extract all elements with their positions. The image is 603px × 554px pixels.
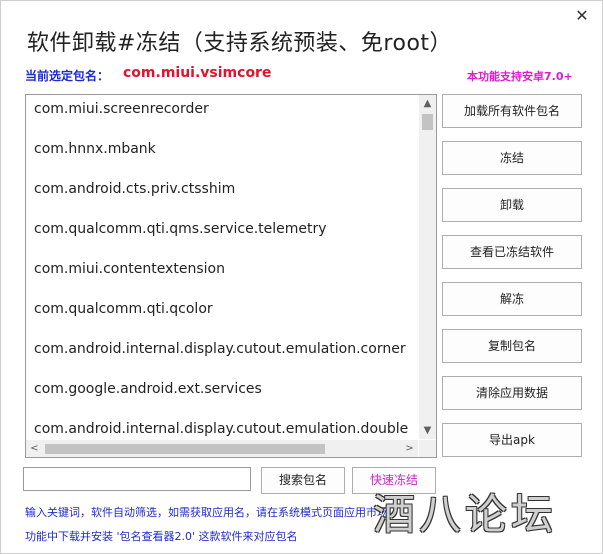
forum-watermark: 酒八论坛: [373, 490, 558, 539]
copy-package-button[interactable]: 复制包名: [442, 329, 582, 363]
hint-line-1: 输入关键词，软件自动筛选，如需获取应用名，请在系统模式页面应用市场: [25, 506, 388, 519]
hint-line-2: 功能中下载并安装 '包名查看器2.0' 这款软件来对应包名: [25, 530, 298, 543]
vertical-scroll-thumb[interactable]: [422, 114, 433, 130]
list-item[interactable]: com.miui.contentextension: [34, 261, 225, 277]
search-package-button[interactable]: 搜索包名: [261, 467, 345, 494]
scroll-down-icon[interactable]: ▼: [419, 422, 436, 439]
unfreeze-button[interactable]: 解冻: [442, 282, 582, 316]
view-frozen-button[interactable]: 查看已冻结软件: [442, 235, 582, 269]
list-item[interactable]: com.qualcomm.qti.qcolor: [34, 301, 213, 317]
export-apk-button[interactable]: 导出apk: [442, 423, 582, 457]
clear-app-data-button[interactable]: 清除应用数据: [442, 376, 582, 410]
scroll-right-icon[interactable]: >: [401, 440, 418, 457]
list-item[interactable]: com.android.cts.priv.ctsshim: [34, 181, 235, 197]
freeze-button[interactable]: 冻结: [442, 141, 582, 175]
horizontal-scroll-thumb[interactable]: [45, 444, 325, 454]
current-package-label: 当前选定包名：: [25, 69, 110, 83]
app-window: 软件卸载#冻结（支持系统预装、免root） ✕ 当前选定包名： com.miui…: [0, 0, 603, 554]
scroll-left-icon[interactable]: <: [26, 440, 43, 457]
close-icon[interactable]: ✕: [571, 5, 593, 27]
list-item[interactable]: com.android.internal.display.cutout.emul…: [34, 341, 406, 357]
window-title: 软件卸载#冻结（支持系统预装、免root）: [27, 31, 453, 56]
current-package-value: com.miui.vsimcore: [123, 65, 272, 81]
search-input[interactable]: [23, 467, 251, 491]
scrollbar-corner: [419, 440, 436, 457]
vertical-scrollbar[interactable]: ▲ ▼: [419, 95, 436, 439]
list-item[interactable]: com.miui.screenrecorder: [34, 101, 209, 117]
scroll-up-icon[interactable]: ▲: [419, 95, 436, 112]
list-item[interactable]: com.hnnx.mbank: [34, 141, 156, 157]
horizontal-scrollbar[interactable]: < >: [26, 440, 418, 457]
list-item[interactable]: com.qualcomm.qti.qms.service.telemetry: [34, 221, 327, 237]
android-support-note: 本功能支持安卓7.0+: [467, 70, 573, 83]
package-list: com.miui.screenrecorder com.hnnx.mbank c…: [26, 95, 418, 439]
load-all-packages-button[interactable]: 加载所有软件包名: [442, 94, 582, 128]
uninstall-button[interactable]: 卸载: [442, 188, 582, 222]
list-item[interactable]: com.google.android.ext.services: [34, 381, 262, 397]
package-listbox[interactable]: com.miui.screenrecorder com.hnnx.mbank c…: [25, 94, 437, 458]
list-item[interactable]: com.android.internal.display.cutout.emul…: [34, 421, 408, 437]
